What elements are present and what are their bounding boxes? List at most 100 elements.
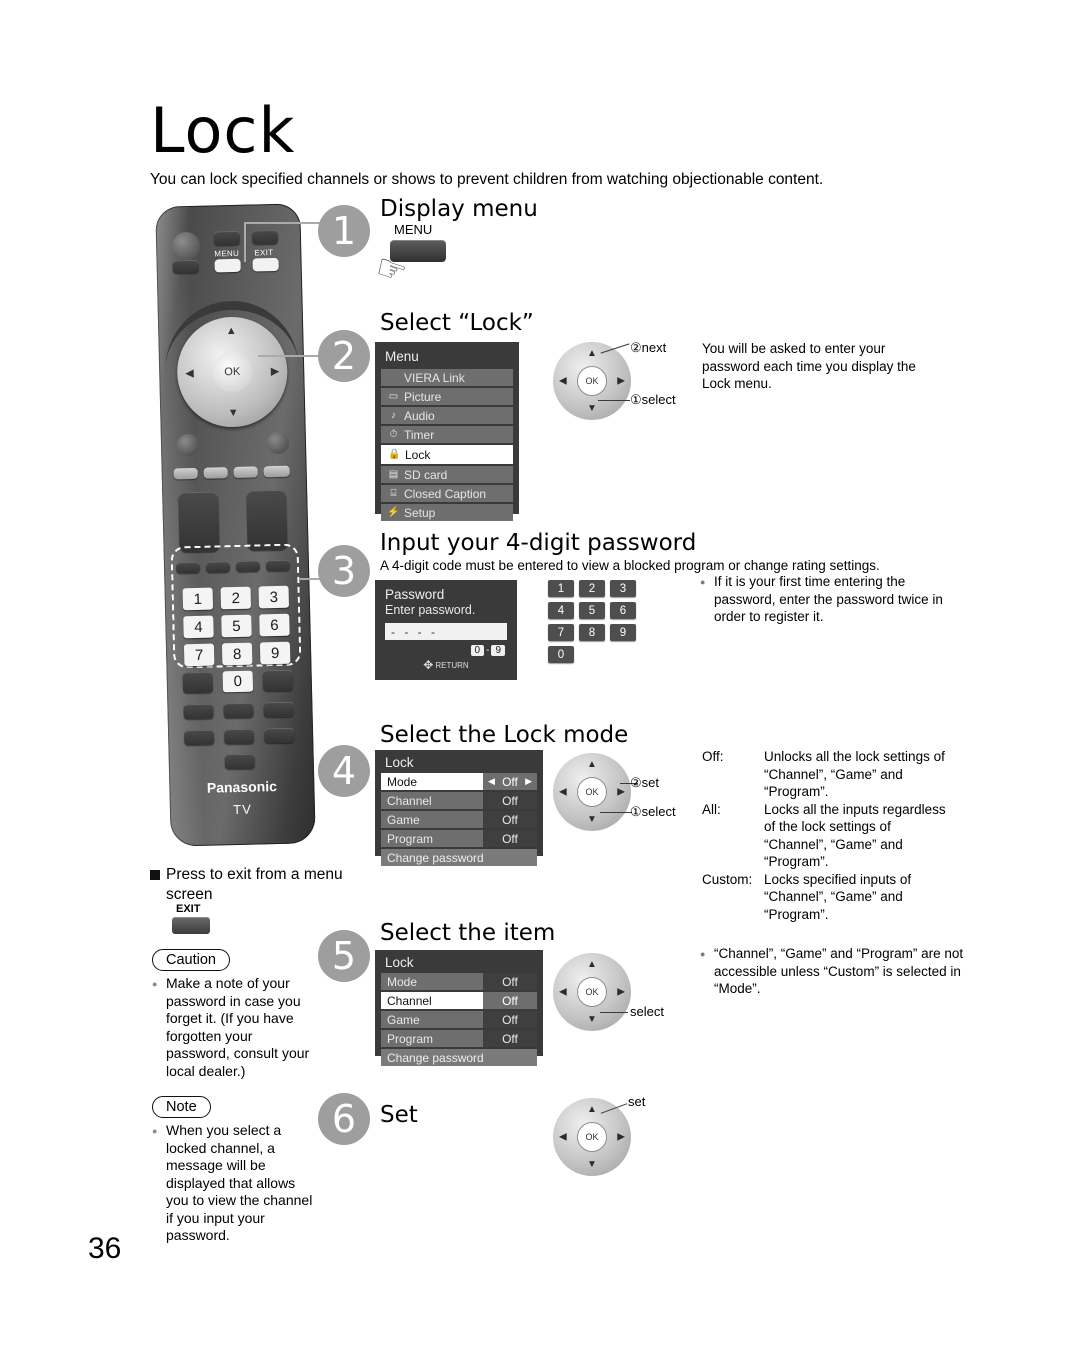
lock-osd-title: Lock bbox=[385, 955, 414, 970]
dpad-select-callout: select bbox=[630, 1004, 664, 1019]
step-6-number: 6 bbox=[318, 1093, 370, 1145]
lock-change-password-row[interactable]: Change password bbox=[381, 1049, 537, 1066]
left-arrow-icon: ◀ bbox=[488, 776, 495, 786]
leader-line-select4 bbox=[600, 812, 632, 813]
menu-item-label: Picture bbox=[404, 389, 442, 404]
dpad-ok-label: OK bbox=[577, 1122, 607, 1152]
dpad-ok-label: OK bbox=[577, 977, 607, 1007]
lock-row-value: Off bbox=[502, 774, 518, 789]
remote-lower-key-5 bbox=[223, 728, 255, 745]
lock-row-value: Off bbox=[483, 1030, 537, 1047]
lock-row-label: Game bbox=[381, 1011, 483, 1028]
step-2-number: 2 bbox=[318, 330, 370, 382]
lock-change-password-row[interactable]: Change password bbox=[381, 849, 537, 866]
closed-caption-icon: ⌸ bbox=[390, 488, 397, 499]
step-3-heading: Input your 4-digit password bbox=[380, 530, 697, 556]
sd-card-icon: ▤ bbox=[388, 469, 399, 480]
dpad-right-arrow-icon: ▶ bbox=[617, 986, 625, 998]
step-3-subtext: A 4-digit code must be entered to view a… bbox=[380, 558, 880, 573]
lock-row-label: Program bbox=[381, 830, 483, 847]
lock-osd-title: Lock bbox=[385, 755, 414, 770]
keypad-key-6: 6 bbox=[610, 602, 636, 619]
audio-note-icon: ♪ bbox=[391, 410, 396, 421]
remote-control-illustration: MENU EXIT OK ▲ ▼ ◀ ▶ 1 2 3 4 5 6 7 8 9 0… bbox=[155, 203, 316, 847]
remote-lower-key-7 bbox=[224, 753, 255, 770]
remote-key-blank-right bbox=[262, 669, 294, 692]
step-2-heading: Select “Lock” bbox=[380, 310, 534, 336]
lock-row-game[interactable]: Game Off bbox=[381, 811, 537, 828]
lock-row-program[interactable]: Program Off bbox=[381, 1030, 537, 1047]
dpad-up-arrow-icon: ▲ bbox=[587, 759, 597, 770]
keypad-key-2: 2 bbox=[579, 580, 605, 597]
menu-item-setup[interactable]: ⚡ Setup bbox=[381, 504, 513, 521]
remote-round-key-right bbox=[266, 431, 290, 455]
dpad-up-arrow-icon: ▲ bbox=[587, 959, 597, 970]
exit-key-label: EXIT bbox=[176, 903, 201, 915]
remote-key-4: 4 bbox=[183, 615, 214, 639]
menu-item-audio[interactable]: ♪ Audio bbox=[381, 407, 513, 424]
lock-row-mode[interactable]: Mode Off bbox=[381, 973, 537, 990]
definition-row-custom: Custom: Locks specified inputs of “Chann… bbox=[702, 871, 952, 924]
caution-badge: Caution bbox=[152, 949, 230, 971]
lock-row-channel[interactable]: Channel Off bbox=[381, 792, 537, 809]
dpad-left-arrow-icon: ◀ bbox=[559, 375, 567, 387]
menu-item-closed-caption[interactable]: ⌸ Closed Caption bbox=[381, 485, 513, 502]
menu-item-lock[interactable]: 🔒 Lock bbox=[381, 445, 513, 464]
range-dash: - bbox=[486, 645, 490, 656]
range-from-key: 0 bbox=[470, 645, 485, 656]
lock-row-mode[interactable]: Mode ◀ Off ▶ bbox=[381, 773, 537, 790]
exit-instruction-heading: Press to exit from a menu screen bbox=[150, 865, 356, 905]
menu-item-picture[interactable]: ▭ Picture bbox=[381, 388, 513, 405]
keypad-key-9: 9 bbox=[610, 624, 636, 641]
remote-key-2: 2 bbox=[220, 586, 252, 610]
menu-osd-title: Menu bbox=[385, 349, 419, 364]
keypad-key-1: 1 bbox=[548, 580, 574, 597]
dpad-left-arrow-icon: ◀ bbox=[559, 986, 567, 998]
return-label: RETURN bbox=[435, 660, 469, 670]
dpad-select-callout: ①select bbox=[630, 804, 676, 819]
menu-item-label: SD card bbox=[404, 467, 448, 482]
menu-item-timer[interactable]: ⏱ Timer bbox=[381, 426, 513, 443]
remote-lower-key-2 bbox=[223, 702, 254, 719]
keypad-key-5: 5 bbox=[579, 602, 605, 619]
lock-row-value-wrap[interactable]: ◀ Off ▶ bbox=[483, 773, 537, 790]
page-title: Lock bbox=[150, 94, 296, 167]
keypad-key-4: 4 bbox=[548, 602, 574, 619]
remote-down-arrow-icon: ▼ bbox=[227, 406, 239, 420]
power-button-icon bbox=[171, 231, 201, 261]
dpad-step6: ▲ ▼ ◀ ▶ OK bbox=[553, 1098, 631, 1176]
pointing-hand-icon: ☞ bbox=[370, 247, 412, 293]
step-5-heading: Select the item bbox=[380, 920, 556, 946]
step-4-number: 4 bbox=[318, 745, 370, 797]
numeric-keypad-graphic: 1 2 3 4 5 6 7 8 9 0 bbox=[548, 580, 636, 663]
leader-line-select bbox=[598, 400, 630, 401]
menu-button-label: MENU bbox=[394, 222, 433, 237]
dpad-down-arrow-icon: ▼ bbox=[587, 1014, 597, 1025]
menu-item-sd-card[interactable]: ▤ SD card bbox=[381, 466, 513, 483]
dpad-ok-label: OK bbox=[577, 366, 607, 396]
lock-row-value: Off bbox=[483, 973, 537, 990]
remote-channel-rocker bbox=[246, 489, 288, 551]
dpad-step4: ▲ ▼ ◀ ▶ OK bbox=[553, 753, 631, 831]
dpad-down-arrow-icon: ▼ bbox=[587, 1159, 597, 1170]
remote-lower-key-1 bbox=[183, 703, 214, 720]
remote-lower-key-3 bbox=[263, 701, 294, 718]
remote-lower-key-6 bbox=[263, 727, 295, 744]
password-input-field[interactable]: - - - - bbox=[385, 623, 507, 640]
remote-exit-key bbox=[251, 229, 279, 245]
remote-color-key-1 bbox=[173, 467, 198, 480]
lock-row-channel[interactable]: Channel Off bbox=[381, 992, 537, 1009]
definition-text: Locks all the inputs regardless of the l… bbox=[764, 801, 946, 870]
lock-osd-step5: Lock Mode Off Channel Off Game Off Progr… bbox=[375, 950, 543, 1066]
lock-row-value: Off bbox=[483, 992, 537, 1009]
definition-text: Locks specified inputs of “Channel”, “Ga… bbox=[764, 871, 912, 922]
dpad-down-arrow-icon: ▼ bbox=[587, 403, 597, 414]
remote-color-key-4 bbox=[263, 465, 290, 478]
remote-up-arrow-icon: ▲ bbox=[225, 324, 237, 338]
remote-menu-label: MENU bbox=[214, 248, 240, 259]
menu-item-viera-link[interactable]: VIERA Link bbox=[381, 369, 513, 386]
lock-row-program[interactable]: Program Off bbox=[381, 830, 537, 847]
lock-row-value: Off bbox=[483, 830, 537, 847]
lock-row-game[interactable]: Game Off bbox=[381, 1011, 537, 1028]
remote-model-label: TV bbox=[232, 801, 252, 818]
